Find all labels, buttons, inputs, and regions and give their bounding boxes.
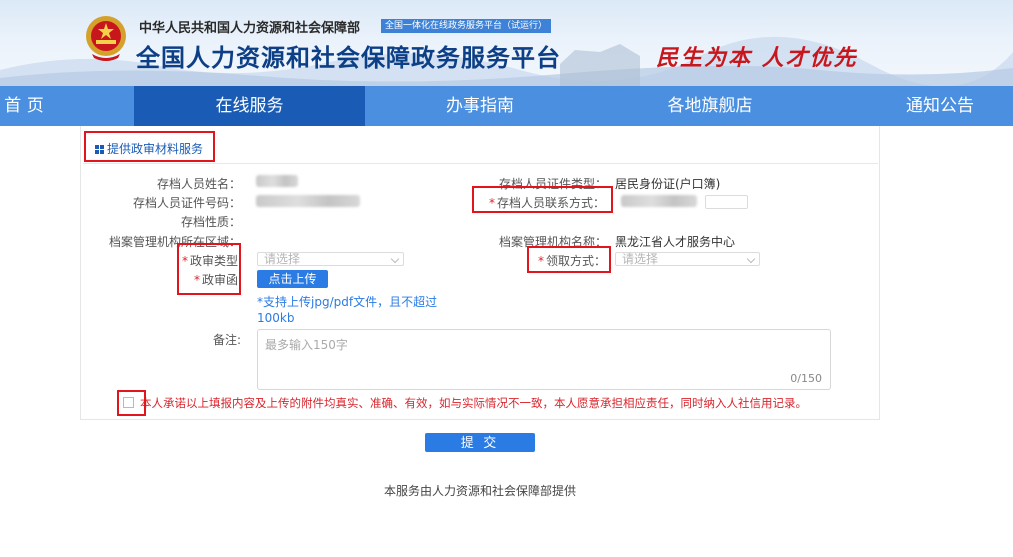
main-nav: 首 页 在线服务 办事指南 各地旗舰店 通知公告 — [0, 86, 1013, 126]
upload-button[interactable]: 点击上传 — [257, 270, 328, 288]
chevron-down-icon — [390, 254, 400, 264]
id-type-value: 居民身份证(户口簿) — [615, 177, 721, 191]
review-letter-label: * 政审函 — [193, 273, 238, 287]
agreement-text: 本人承诺以上填报内容及上传的附件均真实、准确、有效，如与实际情况不一致，本人愿意… — [140, 396, 807, 410]
org-name-label: 档案管理机构名称： — [498, 235, 607, 249]
grid-icon — [95, 145, 104, 154]
ministry-name: 中华人民共和国人力资源和社会保障部 — [139, 21, 361, 36]
contact-extra-input[interactable] — [705, 195, 748, 209]
nature-label: 存档性质： — [180, 215, 241, 229]
contact-value-redacted[interactable] — [621, 195, 697, 207]
submit-button[interactable]: 提 交 — [425, 433, 535, 452]
remark-char-count: 0/150 — [790, 372, 822, 385]
section-title: 提供政审材料服务 — [107, 142, 204, 156]
footer-note: 本服务由人力资源和社会保障部提供 — [383, 484, 576, 498]
name-value-redacted — [256, 175, 298, 187]
site-title: 全国人力资源和社会保障政务服务平台 — [136, 44, 561, 72]
org-name-value: 黑龙江省人才服务中心 — [615, 235, 736, 249]
review-type-select[interactable]: 请选择 — [257, 252, 404, 266]
region-label: 档案管理机构所在区域： — [108, 235, 241, 249]
nav-item-notices[interactable]: 通知公告 — [880, 86, 1000, 126]
name-label: 存档人员姓名： — [156, 177, 241, 191]
nav-item-online-service[interactable]: 在线服务 — [134, 86, 365, 126]
nav-item-local-stores[interactable]: 各地旗舰店 — [630, 86, 790, 126]
pickup-method-label: * 领取方式： — [537, 254, 606, 268]
upload-hint: *支持上传jpg/pdf文件，且不超过100kb — [257, 295, 438, 325]
nav-item-home[interactable]: 首 页 — [0, 86, 48, 126]
id-type-label: 存档人员证件类型： — [498, 177, 607, 191]
pickup-method-select[interactable]: 请选择 — [615, 252, 760, 266]
section-divider — [83, 163, 878, 164]
id-number-value-redacted — [256, 195, 360, 207]
slogan: 民生为本 人才优先 — [656, 45, 858, 71]
site-header: 中华人民共和国人力资源和社会保障部 全国一体化在线政务服务平台（试运行） 全国人… — [0, 0, 1013, 86]
remark-label: 备注: — [212, 333, 241, 347]
id-number-label: 存档人员证件号码： — [132, 196, 241, 210]
remark-textarea[interactable]: 最多输入150字 0/150 — [257, 329, 831, 390]
platform-badge: 全国一体化在线政务服务平台（试运行） — [381, 19, 552, 33]
contact-label: * 存档人员联系方式： — [488, 196, 605, 210]
review-type-label: * 政审类型 — [181, 254, 238, 268]
remark-placeholder: 最多输入150字 — [265, 338, 348, 352]
section-tab[interactable]: 提供政审材料服务 — [95, 140, 203, 157]
chevron-down-icon — [746, 254, 756, 264]
nav-item-guide[interactable]: 办事指南 — [395, 86, 565, 126]
agreement-checkbox[interactable] — [123, 397, 134, 408]
national-emblem-icon — [86, 16, 126, 61]
